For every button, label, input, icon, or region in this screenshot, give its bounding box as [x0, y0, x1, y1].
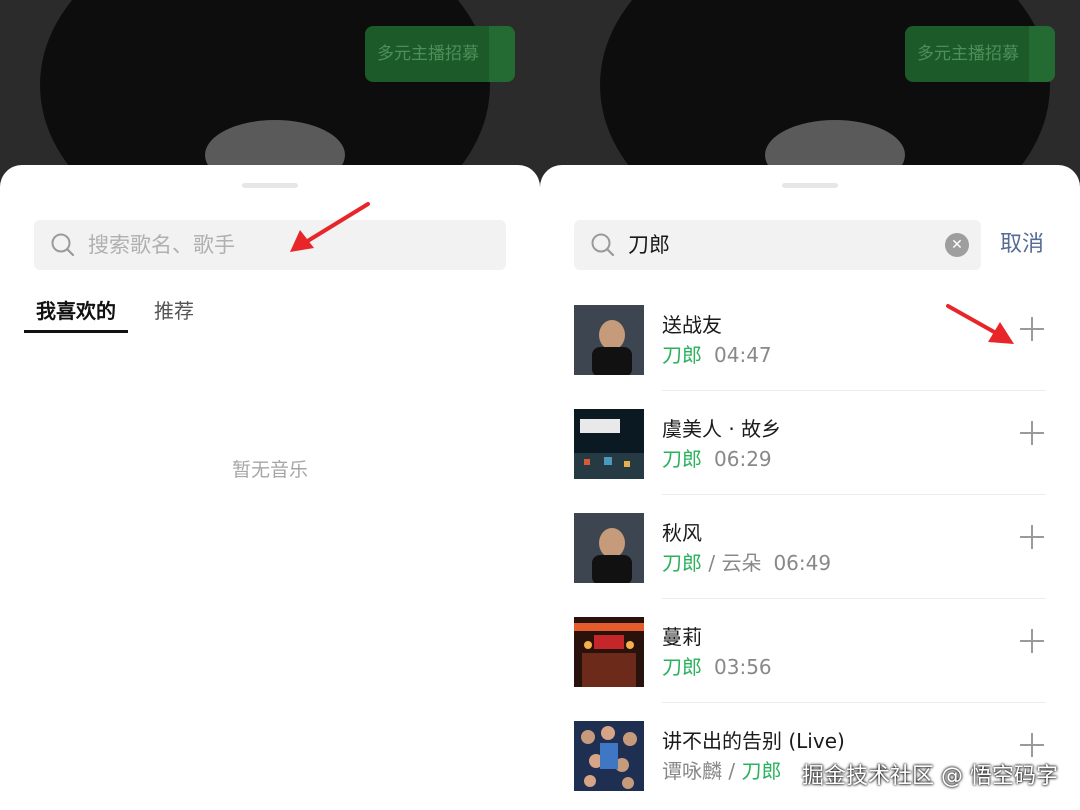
- artist-name[interactable]: 刀郎: [662, 551, 702, 575]
- music-picker-sheet: 搜索歌名、歌手 我喜欢的 推荐 暂无音乐: [0, 165, 540, 810]
- row-divider: [662, 494, 1046, 495]
- song-title: 蔓莉: [662, 625, 702, 649]
- music-picker-sheet: 刀郎 ✕ 取消 送战友 刀郎 04:47 虞美人 · 故乡 刀郎 06:29 秋…: [540, 165, 1080, 810]
- annotation-arrow-icon: [946, 304, 1014, 344]
- song-meta: 刀郎 03:56: [662, 651, 772, 680]
- recruit-badge: 多元主播招募: [365, 26, 515, 82]
- song-duration: 06:49: [773, 551, 832, 575]
- second-artist-name[interactable]: 刀郎: [741, 759, 781, 783]
- album-cover: [574, 305, 644, 375]
- song-title: 秋风: [662, 521, 702, 545]
- search-placeholder: 搜索歌名、歌手: [88, 233, 235, 257]
- recruit-badge-text: 多元主播招募: [377, 44, 479, 64]
- tab-recommended[interactable]: 推荐: [154, 293, 194, 329]
- row-divider: [662, 702, 1046, 703]
- add-song-icon[interactable]: [1020, 733, 1044, 757]
- add-song-icon[interactable]: [1020, 317, 1044, 341]
- search-query: 刀郎: [628, 233, 670, 257]
- flag-icon: [1029, 26, 1055, 82]
- search-icon: [591, 233, 615, 257]
- album-cover: [574, 617, 644, 687]
- artist-name[interactable]: 刀郎: [662, 447, 702, 471]
- annotation-arrow-icon: [290, 202, 370, 252]
- song-meta: 谭咏麟 / 刀郎: [662, 755, 781, 784]
- artist-name[interactable]: 刀郎: [662, 655, 702, 679]
- add-song-icon[interactable]: [1020, 629, 1044, 653]
- flag-icon: [489, 26, 515, 82]
- album-cover: [574, 513, 644, 583]
- song-meta: 刀郎 04:47: [662, 339, 772, 368]
- tab-bar: 我喜欢的 推荐: [24, 293, 220, 333]
- artist-name[interactable]: 谭咏麟: [662, 759, 722, 783]
- song-row[interactable]: 蔓莉 刀郎 03:56: [540, 607, 1080, 711]
- row-divider: [662, 598, 1046, 599]
- sheet-grabber[interactable]: [782, 183, 838, 188]
- song-duration: 04:47: [714, 343, 772, 367]
- artist-separator: /: [722, 759, 742, 783]
- right-screen: 多元主播招募 刀郎 ✕ 取消 送战友 刀郎 04:47 虞美人 · 故乡 刀郎 …: [540, 0, 1080, 810]
- add-song-icon[interactable]: [1020, 421, 1044, 445]
- cancel-button[interactable]: 取消: [1000, 220, 1044, 270]
- add-song-icon[interactable]: [1020, 525, 1044, 549]
- song-duration: 06:29: [714, 447, 772, 471]
- search-results-list: 送战友 刀郎 04:47 虞美人 · 故乡 刀郎 06:29 秋风 刀郎 / 云…: [540, 295, 1080, 810]
- empty-state-text: 暂无音乐: [231, 459, 308, 481]
- clear-search-icon[interactable]: ✕: [945, 233, 969, 257]
- search-input[interactable]: 刀郎 ✕: [574, 220, 981, 270]
- album-cover: [574, 409, 644, 479]
- watermark: 掘金技术社区 @ 悟空码字: [802, 764, 1058, 789]
- song-row[interactable]: 虞美人 · 故乡 刀郎 06:29: [540, 399, 1080, 503]
- song-row[interactable]: 秋风 刀郎 / 云朵 06:49: [540, 503, 1080, 607]
- album-cover: [574, 721, 644, 791]
- left-screen: 多元主播招募 搜索歌名、歌手 我喜欢的 推荐 暂无音乐: [0, 0, 540, 810]
- second-artist-name[interactable]: 云朵: [721, 551, 761, 575]
- sheet-grabber[interactable]: [242, 183, 298, 188]
- song-duration: 03:56: [714, 655, 772, 679]
- song-meta: 刀郎 / 云朵 06:49: [662, 547, 831, 576]
- song-title: 虞美人 · 故乡: [662, 417, 782, 441]
- song-title: 送战友: [662, 313, 722, 337]
- song-meta: 刀郎 06:29: [662, 443, 772, 472]
- recruit-badge-text: 多元主播招募: [917, 44, 1019, 64]
- search-icon: [51, 233, 75, 257]
- artist-name[interactable]: 刀郎: [662, 343, 702, 367]
- search-input[interactable]: 搜索歌名、歌手: [34, 220, 506, 270]
- tab-favorites[interactable]: 我喜欢的: [24, 293, 128, 333]
- row-divider: [662, 390, 1046, 391]
- artist-separator: /: [702, 551, 722, 575]
- song-title: 讲不出的告别 (Live): [662, 729, 845, 753]
- recruit-badge: 多元主播招募: [905, 26, 1055, 82]
